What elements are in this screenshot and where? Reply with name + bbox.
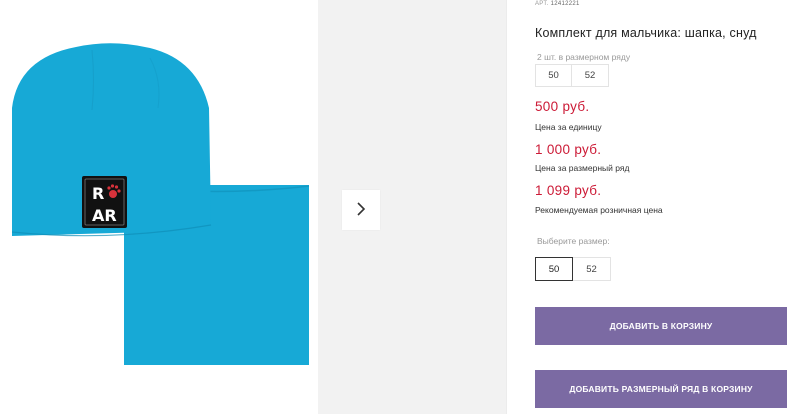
pack-size-label: 2 шт. в размерном ряду	[537, 52, 631, 62]
add-to-cart-button[interactable]: ДОБАВИТЬ В КОРЗИНУ	[535, 307, 787, 345]
size-option-52[interactable]: 52	[573, 257, 611, 281]
product-title: Комплект для мальчика: шапка, снуд	[535, 26, 757, 40]
size-option-50[interactable]: 50	[535, 257, 573, 281]
product-image: R AR	[0, 0, 318, 414]
sku-number: 12412221	[550, 1, 580, 7]
add-size-row-to-cart-button[interactable]: ДОБАВИТЬ РАЗМЕРНЫЙ РЯД В КОРЗИНУ	[535, 370, 787, 408]
retail-price-note: Рекомендуемая розничная цена	[535, 205, 663, 215]
unit-price-note: Цена за единицу	[535, 122, 602, 132]
chevron-right-icon	[355, 201, 367, 220]
gallery-next-button[interactable]	[342, 190, 380, 230]
size-select-label: Выберите размер:	[537, 236, 610, 246]
rar-badge: R AR	[82, 176, 127, 228]
size-selector: 50 52	[535, 257, 611, 281]
svg-text:AR: AR	[92, 206, 117, 225]
pack-size-list: 50 52	[535, 64, 609, 87]
unit-price: 500 руб.	[535, 99, 590, 114]
pack-size-item: 52	[572, 64, 609, 87]
divider	[506, 0, 507, 414]
row-price-note: Цена за размерный ряд	[535, 163, 630, 173]
svg-text:R: R	[92, 184, 104, 203]
row-price: 1 000 руб.	[535, 142, 602, 157]
sku-label: АРТ.	[535, 1, 549, 7]
pack-size-item: 50	[535, 64, 572, 87]
retail-price: 1 099 руб.	[535, 183, 602, 198]
sku: АРТ. 12412221	[535, 1, 580, 7]
product-illustration: R AR	[11, 43, 310, 365]
